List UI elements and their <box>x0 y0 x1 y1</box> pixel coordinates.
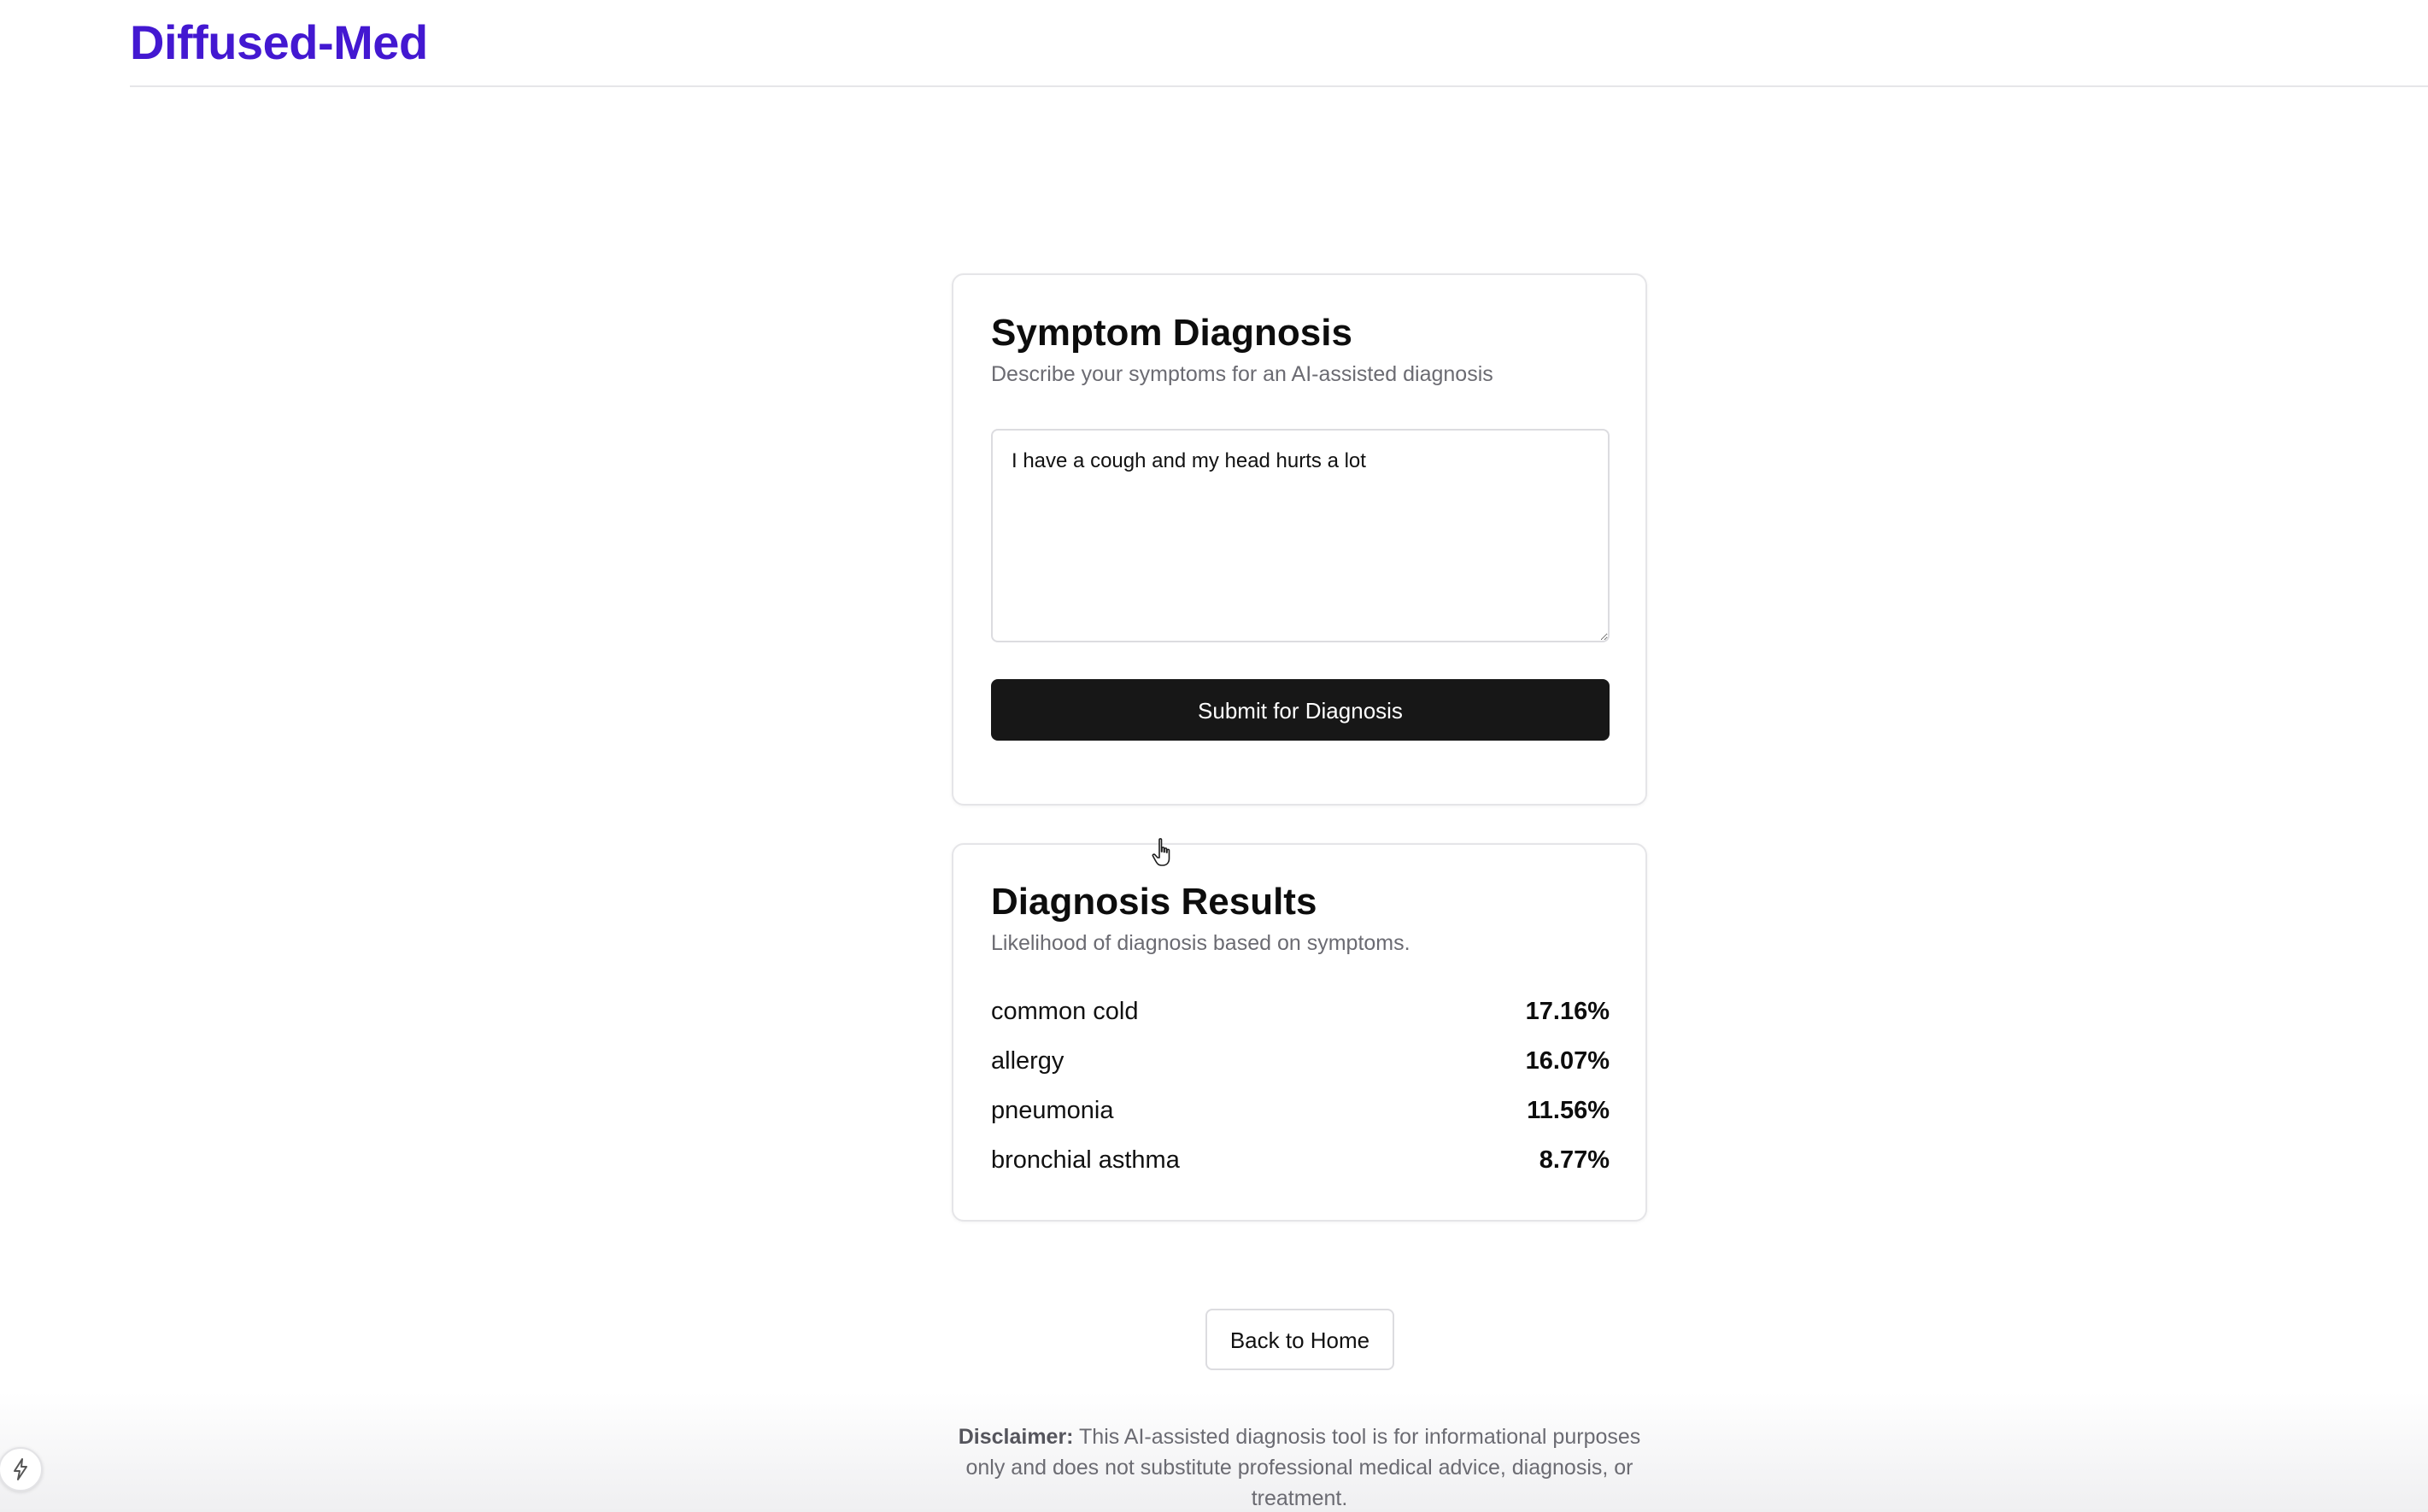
results-card-title: Diagnosis Results <box>991 881 1317 923</box>
hand-pointer-icon <box>1152 837 1179 868</box>
result-name: common cold <box>991 997 1139 1025</box>
diagnosis-results-card: Diagnosis Results Likelihood of diagnosi… <box>952 843 1647 1222</box>
submit-for-diagnosis-button[interactable]: Submit for Diagnosis <box>991 679 1610 741</box>
result-row: common cold 17.16% <box>991 987 1610 1036</box>
result-name: bronchial asthma <box>991 1146 1180 1174</box>
result-value: 16.07% <box>1525 1046 1610 1075</box>
result-row: bronchial asthma 8.77% <box>991 1135 1610 1185</box>
brand-logo[interactable]: Diffused-Med <box>130 15 428 71</box>
back-to-home-button[interactable]: Back to Home <box>1205 1309 1394 1370</box>
result-name: allergy <box>991 1046 1064 1075</box>
result-value: 11.56% <box>1527 1096 1610 1124</box>
symptom-diagnosis-card: Symptom Diagnosis Describe your symptoms… <box>952 273 1647 806</box>
result-value: 17.16% <box>1525 997 1610 1025</box>
disclaimer-label: Disclaimer: <box>958 1425 1074 1449</box>
symptom-card-title: Symptom Diagnosis <box>991 312 1352 354</box>
result-row: allergy 16.07% <box>991 1036 1610 1086</box>
result-row: pneumonia 11.56% <box>991 1086 1610 1135</box>
result-value: 8.77% <box>1539 1146 1610 1174</box>
results-list: common cold 17.16% allergy 16.07% pneumo… <box>991 987 1610 1185</box>
disclaimer: Disclaimer: This AI-assisted diagnosis t… <box>958 1421 1641 1512</box>
symptom-card-subtitle: Describe your symptoms for an AI-assiste… <box>991 362 1493 386</box>
lightning-bolt-icon[interactable] <box>0 1447 43 1491</box>
results-card-subtitle: Likelihood of diagnosis based on symptom… <box>991 931 1410 955</box>
result-name: pneumonia <box>991 1096 1114 1124</box>
symptom-textarea[interactable] <box>991 429 1610 642</box>
page: Diffused-Med Symptom Diagnosis Describe … <box>0 0 2428 1512</box>
top-header: Diffused-Med <box>130 0 2428 87</box>
